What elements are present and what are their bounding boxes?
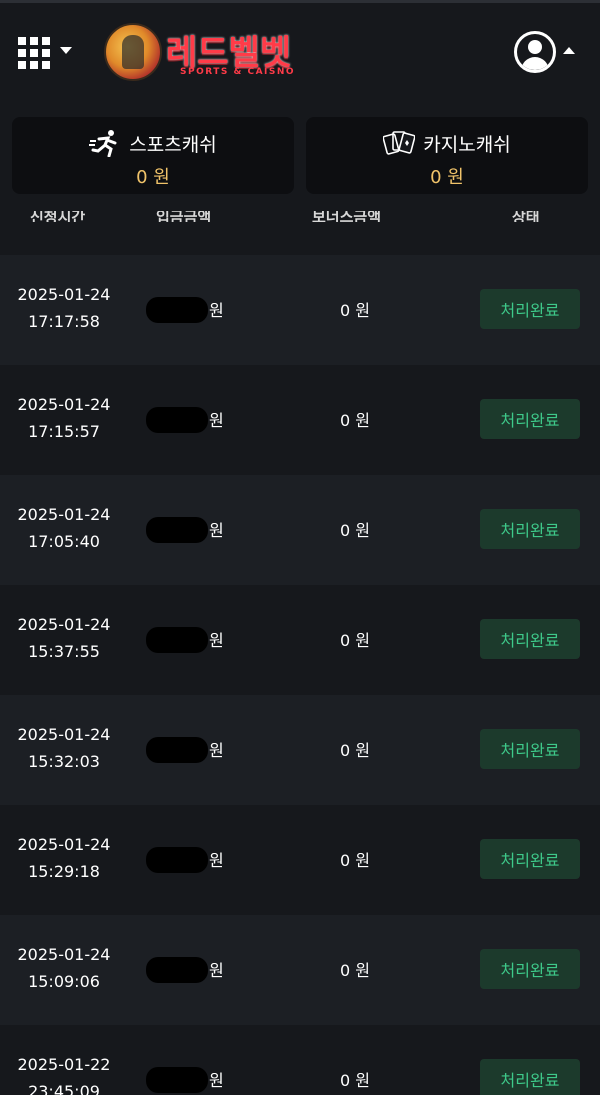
header-request-time: 신청시간 xyxy=(30,208,86,222)
request-time: 2025-01-24 15:37:55 xyxy=(17,615,111,661)
deposit-amount-unit: 원 xyxy=(209,631,224,650)
table-row: 2025-01-24 17:05:40 원 0 원 처리완료 xyxy=(0,475,600,585)
bonus-amount: 0 원 xyxy=(340,961,370,980)
redacted-amount xyxy=(146,847,208,873)
request-time: 2025-01-24 15:32:03 xyxy=(17,725,111,771)
sports-cash-label: 스포츠캐쉬 xyxy=(129,133,217,156)
redacted-amount xyxy=(146,1067,208,1093)
status-badge: 처리완료 xyxy=(480,729,580,769)
deposit-amount-unit: 원 xyxy=(209,521,224,540)
request-time: 2025-01-24 15:29:18 xyxy=(17,835,111,881)
running-icon xyxy=(89,130,117,157)
logo-subtitle: SPORTS & CAISNO xyxy=(180,67,296,77)
request-time: 2025-01-24 17:17:58 xyxy=(17,285,111,331)
status-badge: 처리완료 xyxy=(480,839,580,879)
status-badge: 처리완료 xyxy=(480,509,580,549)
header-status: 상태 xyxy=(512,208,540,222)
deposit-amount-unit: 원 xyxy=(209,741,224,760)
redacted-amount xyxy=(146,297,208,323)
user-avatar-icon[interactable] xyxy=(514,31,556,73)
logo-emblem xyxy=(104,23,162,81)
redacted-amount xyxy=(146,627,208,653)
request-time: 2025-01-24 17:15:57 xyxy=(17,395,111,441)
request-time: 2025-01-24 17:05:40 xyxy=(17,505,111,551)
caret-up-icon[interactable] xyxy=(563,47,575,54)
bonus-amount: 0 원 xyxy=(340,631,370,650)
caret-down-icon[interactable] xyxy=(60,47,72,54)
status-badge: 처리완료 xyxy=(480,289,580,329)
table-row: 2025-01-24 17:15:57 원 0 원 처리완료 xyxy=(0,365,600,475)
redacted-amount xyxy=(146,407,208,433)
bonus-amount: 0 원 xyxy=(340,1071,370,1090)
status-badge: 처리완료 xyxy=(480,619,580,659)
redacted-amount xyxy=(146,957,208,983)
app-header: 레드벨벳 SPORTS & CAISNO xyxy=(0,3,600,105)
casino-cash-label: 카지노캐쉬 xyxy=(423,133,511,156)
status-badge: 처리완료 xyxy=(480,399,580,439)
table-row: 2025-01-24 15:37:55 원 0 원 처리완료 xyxy=(0,585,600,695)
header-bonus-amount: 보너스금액 xyxy=(312,208,382,222)
casino-cash-value: 0 원 xyxy=(430,167,464,188)
playing-cards-icon xyxy=(383,131,416,155)
bonus-amount: 0 원 xyxy=(340,521,370,540)
table-row: 2025-01-22 23:45:09 원 0 원 처리완료 xyxy=(0,1025,600,1095)
bonus-amount: 0 원 xyxy=(340,301,370,320)
status-badge: 처리완료 xyxy=(480,949,580,989)
casino-cash-card[interactable]: 카지노캐쉬 0 원 xyxy=(306,117,588,194)
redacted-amount xyxy=(146,737,208,763)
sports-cash-value: 0 원 xyxy=(136,167,170,188)
status-badge: 처리완료 xyxy=(480,1059,580,1095)
table-row: 2025-01-24 15:29:18 원 0 원 처리완료 xyxy=(0,805,600,915)
header-deposit-amount: 입금금액 xyxy=(156,208,212,222)
deposit-amount-unit: 원 xyxy=(209,961,224,980)
logo[interactable]: 레드벨벳 SPORTS & CAISNO xyxy=(100,17,300,89)
deposit-amount-unit: 원 xyxy=(209,411,224,430)
deposit-amount-unit: 원 xyxy=(209,1071,224,1090)
table-header: 신청시간 입금금액 보너스금액 상태 xyxy=(0,200,600,222)
bonus-amount: 0 원 xyxy=(340,741,370,760)
bonus-amount: 0 원 xyxy=(340,851,370,870)
deposit-amount-unit: 원 xyxy=(209,301,224,320)
deposit-amount-unit: 원 xyxy=(209,851,224,870)
bonus-amount: 0 원 xyxy=(340,411,370,430)
request-time: 2025-01-24 15:09:06 xyxy=(17,945,111,991)
table-row: 2025-01-24 15:32:03 원 0 원 처리완료 xyxy=(0,695,600,805)
table-row: 2025-01-24 17:17:58 원 0 원 처리완료 xyxy=(0,255,600,365)
table-row: 2025-01-24 15:09:06 원 0 원 처리완료 xyxy=(0,915,600,1025)
sports-cash-card[interactable]: 스포츠캐쉬 0 원 xyxy=(12,117,294,194)
redacted-amount xyxy=(146,517,208,543)
request-time: 2025-01-22 23:45:09 xyxy=(17,1055,111,1095)
grid-menu-icon[interactable] xyxy=(18,37,50,69)
